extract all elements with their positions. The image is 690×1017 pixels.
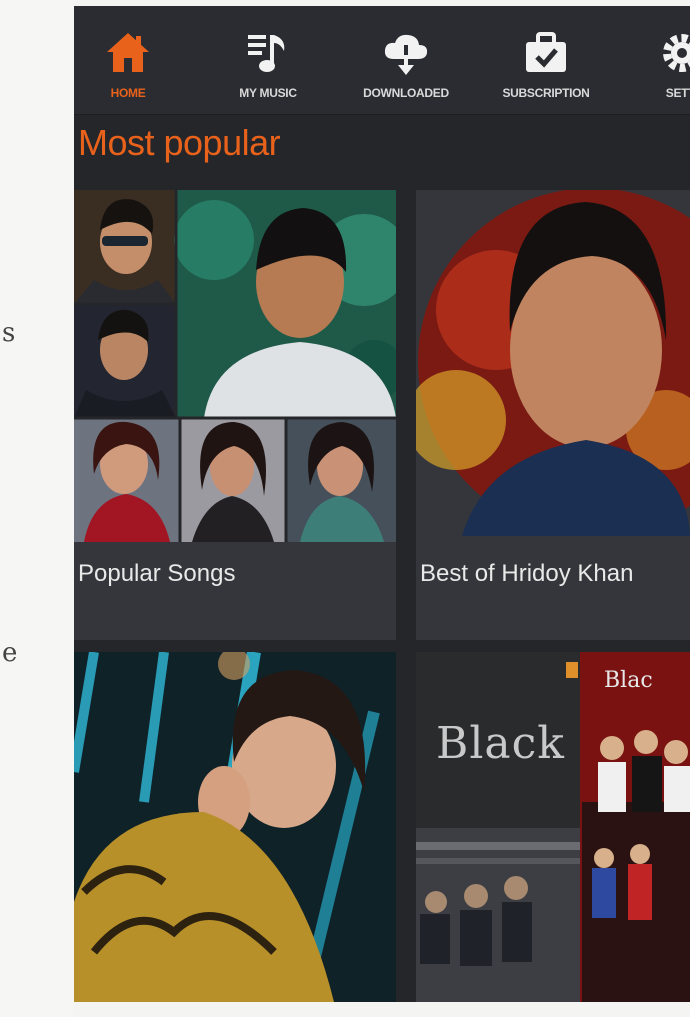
app-screen: HOME MY MUSIC DOWNLOADED SUBSCRIPTION SE… [74,6,690,1002]
nav-label: SETTI [665,86,690,100]
album-logo-text: Black [436,718,565,769]
music-list-icon [244,28,292,78]
nav-tab-my-music[interactable]: MY MUSIC [208,28,328,112]
nav-label: DOWNLOADED [363,86,449,100]
album-art-band: Black Blac [416,652,690,1002]
album-title: Popular Songs [78,560,236,587]
nav-label: MY MUSIC [239,86,297,100]
nav-tab-subscription[interactable]: SUBSCRIPTION [486,28,606,112]
background-page: s e [0,0,74,1017]
section-title: Most popular [78,122,281,163]
gear-icon [658,28,690,78]
page-text-fragment: s [2,318,16,348]
nav-label: SUBSCRIPTION [502,86,590,100]
nav-tab-settings[interactable]: SETTI [622,28,690,112]
page-text-fragment: e [2,638,18,668]
album-art-portrait [416,190,690,542]
home-icon [104,28,152,78]
briefcase-check-icon [522,28,570,78]
top-navigation-bar: HOME MY MUSIC DOWNLOADED SUBSCRIPTION SE… [74,6,690,115]
nav-tab-home[interactable]: HOME [74,28,188,112]
album-card[interactable]: Black Blac [416,652,690,1002]
album-card-popular-songs[interactable]: Popular Songs [74,190,396,640]
album-card-best-of-hridoy-khan[interactable]: Best of Hridoy Khan [416,190,690,640]
nav-tab-downloaded[interactable]: DOWNLOADED [346,28,466,112]
nav-label: HOME [110,86,146,100]
cloud-download-icon [382,28,430,78]
album-art-collage [74,190,396,542]
album-card[interactable] [74,652,396,1002]
album-logo-text-small: Blac [604,668,653,693]
album-title: Best of Hridoy Khan [420,560,634,587]
album-art-portrait [74,652,396,1002]
